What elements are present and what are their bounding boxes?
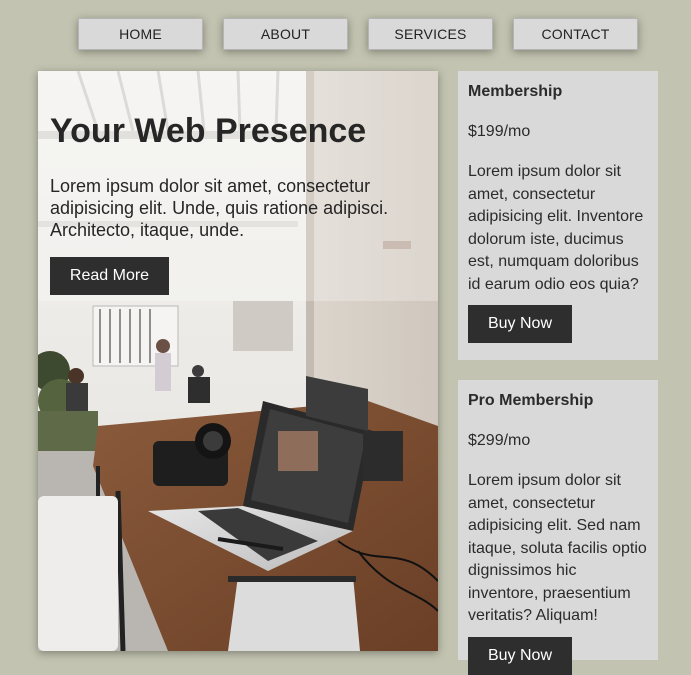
pro-membership-description: Lorem ipsum dolor sit amet, consectetur … [468,472,647,624]
pro-membership-price: $299/mo [468,432,531,449]
nav-services-button[interactable]: SERVICES [368,18,493,50]
pro-membership-card: Pro Membership $299/mo Lorem ipsum dolor… [458,380,658,675]
membership-buy-now-button[interactable]: Buy Now [468,305,572,343]
pro-membership-buy-now-button[interactable]: Buy Now [468,636,572,675]
nav-about-button[interactable]: ABOUT [223,18,348,50]
hero-content: Your Web Presence Lorem ipsum dolor sit … [50,111,434,295]
hero-title: Your Web Presence [50,112,367,150]
main-nav: HOME ABOUT SERVICES CONTACT [78,18,638,50]
membership-price: $199/mo [468,123,531,140]
nav-home-button[interactable]: HOME [78,18,203,50]
nav-contact-button[interactable]: CONTACT [513,18,638,50]
hero-text: Lorem ipsum dolor sit amet, consectetur … [50,176,389,240]
membership-description: Lorem ipsum dolor sit amet, consectetur … [468,163,644,293]
membership-title: Membership [468,83,563,100]
membership-card: Membership $199/mo Lorem ipsum dolor sit… [458,71,658,360]
pro-membership-title: Pro Membership [468,392,594,409]
read-more-button[interactable]: Read More [50,257,169,295]
hero-section: Your Web Presence Lorem ipsum dolor sit … [38,71,438,651]
